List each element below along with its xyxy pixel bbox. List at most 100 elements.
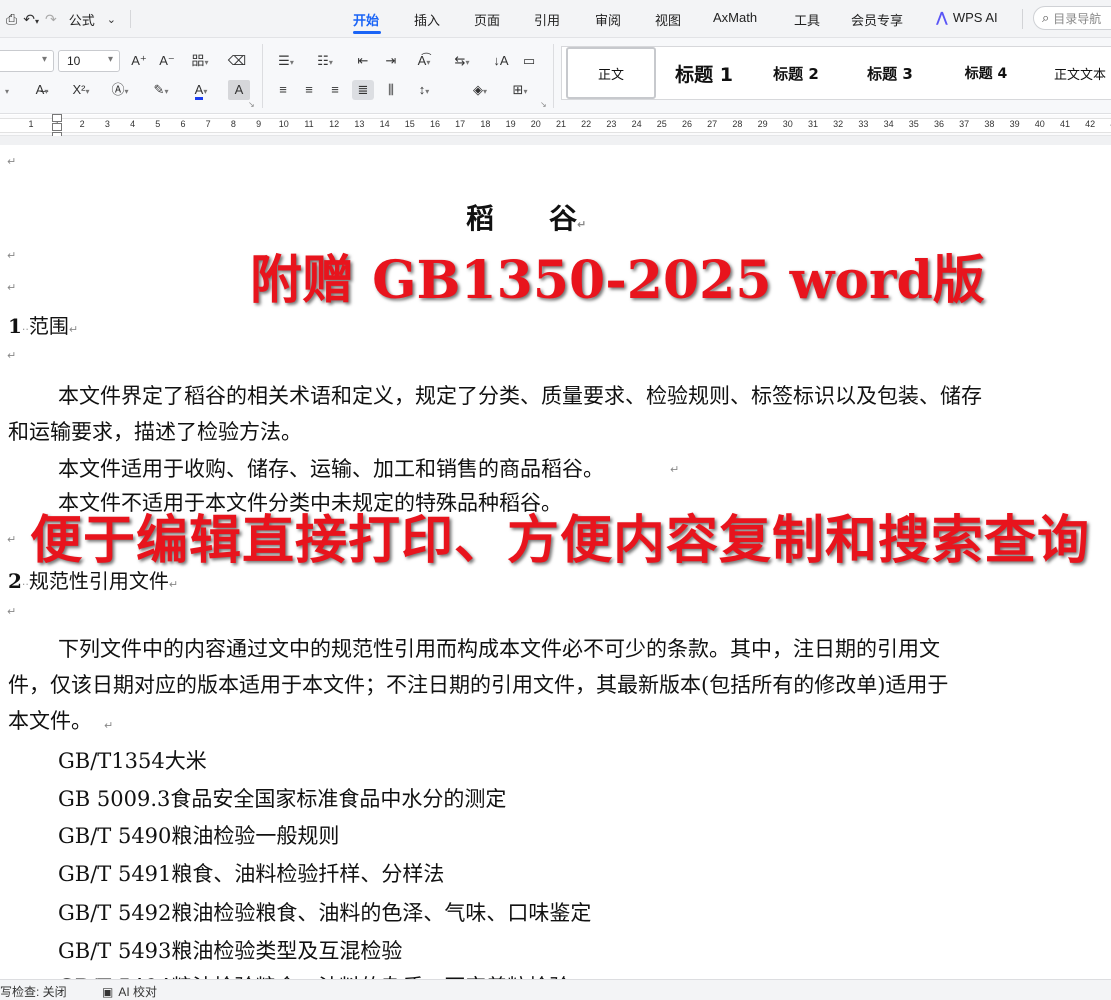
style-heading-1[interactable]: 标题 1 bbox=[666, 47, 742, 99]
print-preview-icon[interactable]: ⎙ bbox=[6, 11, 17, 28]
ruler-number: 13 bbox=[354, 119, 365, 129]
numbered-list-icon[interactable]: ☷▾ bbox=[310, 51, 340, 71]
line-spacing-icon[interactable]: ↕▾ bbox=[410, 80, 438, 100]
ruler-number: 24 bbox=[631, 119, 642, 129]
bullet-list-icon[interactable]: ☰▾ bbox=[272, 51, 300, 71]
search-placeholder: 目录导航 bbox=[1053, 11, 1102, 26]
paragraph-mark-icon: ↵ bbox=[7, 281, 17, 294]
ruler-number: 3 bbox=[104, 119, 110, 129]
tab-insert[interactable]: 插入 bbox=[414, 10, 440, 29]
paragraph-mark-icon: ↵ bbox=[7, 349, 17, 362]
spellcheck-status[interactable]: 写检查: 关闭 bbox=[0, 983, 67, 1000]
ruler-number: 30 bbox=[782, 119, 793, 129]
ruler-number: 36 bbox=[933, 119, 945, 129]
nav-search-input[interactable]: ⌕ 目录导航 bbox=[1033, 6, 1111, 30]
increase-font-size-icon[interactable]: A⁺ bbox=[128, 51, 150, 71]
wps-ai-button[interactable]: ⋀ WPS AI bbox=[936, 9, 998, 26]
align-left-icon[interactable]: ≡ bbox=[272, 80, 294, 100]
strikethrough-icon[interactable]: A̶▾ bbox=[28, 80, 56, 100]
font-size-value: 10 bbox=[67, 54, 81, 68]
paragraph-line: 本文件适用于收购、储存、运输、加工和销售的商品稻谷。 bbox=[58, 457, 604, 481]
chinese-layout-icon[interactable]: A͡▾ bbox=[410, 51, 438, 71]
ruler-number: 25 bbox=[656, 119, 667, 129]
style-heading-4[interactable]: 标题 4 bbox=[948, 47, 1024, 99]
sort-icon[interactable]: ↓A bbox=[490, 51, 512, 71]
ruler-number: 41 bbox=[1059, 119, 1071, 129]
ruler-number: 31 bbox=[807, 119, 819, 129]
ruler-number: 21 bbox=[555, 119, 567, 129]
font-color-icon[interactable]: A▾ bbox=[186, 80, 216, 100]
borders-icon[interactable]: ⊞▾ bbox=[506, 80, 534, 100]
horizontal-ruler[interactable]: 1123456789101112131415161718192021222324… bbox=[0, 114, 1111, 140]
underline-dropdown-icon[interactable]: ▾ bbox=[0, 80, 18, 100]
reference-item: GB/T 5494粮油检验粮食、油料的杂质、不完善粒检验 bbox=[58, 971, 570, 979]
ruler-number: 2 bbox=[79, 119, 85, 129]
paragraph-mark-icon: ↵ bbox=[68, 323, 79, 336]
indent-marker[interactable] bbox=[52, 114, 62, 140]
paragraph-shading-icon[interactable]: ◈▾ bbox=[466, 80, 494, 100]
ruler-number: 7 bbox=[205, 119, 211, 129]
superscript-icon[interactable]: X²▾ bbox=[66, 80, 96, 100]
paragraph-mark-icon: ↵ bbox=[7, 249, 17, 262]
ruler-number: 1 bbox=[28, 119, 34, 129]
align-center-icon[interactable]: ≡ bbox=[298, 80, 320, 100]
tab-tools[interactable]: 工具 bbox=[794, 10, 820, 29]
align-right-icon[interactable]: ≡ bbox=[324, 80, 346, 100]
highlight-icon[interactable]: ✎▾ bbox=[146, 80, 176, 100]
decrease-indent-icon[interactable]: ⇤ bbox=[352, 51, 374, 71]
justify-icon[interactable]: ≣ bbox=[352, 80, 374, 100]
ribbon-divider bbox=[553, 44, 554, 108]
formula-dropdown-icon[interactable]: ⌄ bbox=[107, 13, 116, 26]
distributed-align-icon[interactable]: ⫼ bbox=[380, 80, 402, 100]
style-body-text[interactable]: 正文文本 bbox=[1042, 47, 1111, 99]
char-shading-icon[interactable]: A bbox=[228, 80, 250, 100]
increase-indent-icon[interactable]: ⇥ bbox=[380, 51, 402, 71]
clear-format-icon[interactable]: ⌫ bbox=[226, 51, 248, 71]
text-effect-icon[interactable]: Ⓐ▾ bbox=[106, 80, 134, 100]
ruler-number: 16 bbox=[429, 119, 441, 129]
text-direction-icon[interactable]: ⇆▾ bbox=[448, 51, 476, 71]
ruler-number: 17 bbox=[455, 119, 466, 129]
paragraph-mark-icon: ↵ bbox=[577, 218, 587, 231]
section-heading: 1··范围↵ bbox=[8, 314, 79, 338]
style-heading-2[interactable]: 标题 2 bbox=[758, 47, 834, 99]
tab-view[interactable]: 视图 bbox=[655, 10, 681, 29]
style-heading-3[interactable]: 标题 3 bbox=[852, 47, 928, 99]
promo-overlay-line2: 便于编辑直接打印、方便内容复制和搜索查询 bbox=[28, 510, 1091, 573]
title-char: 稻 bbox=[466, 202, 495, 235]
wps-ai-logo-icon: ⋀ bbox=[936, 9, 948, 25]
reference-item: GB/T1354大米 bbox=[58, 749, 207, 773]
ruler-number: 4 bbox=[130, 119, 136, 129]
tab-home[interactable]: 开始 bbox=[353, 10, 379, 29]
font-dialog-launcher-icon[interactable]: ↘ bbox=[248, 100, 255, 109]
show-marks-icon[interactable]: ▭ bbox=[518, 51, 540, 71]
ruler-number: 14 bbox=[379, 119, 390, 129]
tab-membership[interactable]: 会员专享 bbox=[851, 10, 903, 29]
menu-tab-bar: ⎙ ↶▾ ↷ 公式 ⌄ 开始 插入 页面 引用 审阅 视图 AxMath 工具 … bbox=[0, 0, 1111, 38]
undo-icon[interactable]: ↶▾ bbox=[23, 11, 39, 28]
style-normal[interactable]: 正文 bbox=[566, 47, 656, 99]
redo-icon[interactable]: ↷ bbox=[45, 11, 57, 28]
style-gallery: 正文 标题 1 标题 2 标题 3 标题 4 正文文本 bbox=[561, 46, 1111, 100]
paragraph-mark-icon: ↵ bbox=[7, 533, 17, 546]
tab-axmath[interactable]: AxMath bbox=[713, 10, 757, 25]
font-name-select[interactable]: ▾ bbox=[0, 50, 54, 72]
search-icon: ⌕ bbox=[1042, 10, 1050, 25]
phonetic-guide-icon[interactable]: 㗊▾ bbox=[186, 51, 214, 71]
tab-divider bbox=[1022, 9, 1023, 29]
formula-button[interactable]: 公式 bbox=[69, 10, 95, 29]
decrease-font-size-icon[interactable]: A⁻ bbox=[156, 51, 178, 71]
paragraph-line: 下列文件中的内容通过文中的规范性引用而构成本文件必不可少的条款。其中，注日期的引… bbox=[58, 637, 940, 661]
tab-review[interactable]: 审阅 bbox=[595, 10, 621, 29]
ruler-number: 39 bbox=[1009, 119, 1020, 129]
font-size-select[interactable]: 10 ▾ bbox=[58, 50, 120, 72]
paragraph-line: 本文件界定了稻谷的相关术语和定义，规定了分类、质量要求、检验规则、标签标识以及包… bbox=[58, 384, 982, 408]
status-bar: 写检查: 关闭 ▣ AI 校对 bbox=[0, 979, 1111, 1000]
ruler-number: 32 bbox=[833, 119, 844, 129]
tab-references[interactable]: 引用 bbox=[534, 10, 560, 29]
toolbar-divider bbox=[129, 10, 131, 28]
tab-page[interactable]: 页面 bbox=[474, 10, 500, 29]
ai-proofread-button[interactable]: ▣ AI 校对 bbox=[102, 983, 157, 1000]
paragraph-mark-icon: ↵ bbox=[104, 719, 114, 732]
paragraph-dialog-launcher-icon[interactable]: ↘ bbox=[540, 100, 547, 109]
